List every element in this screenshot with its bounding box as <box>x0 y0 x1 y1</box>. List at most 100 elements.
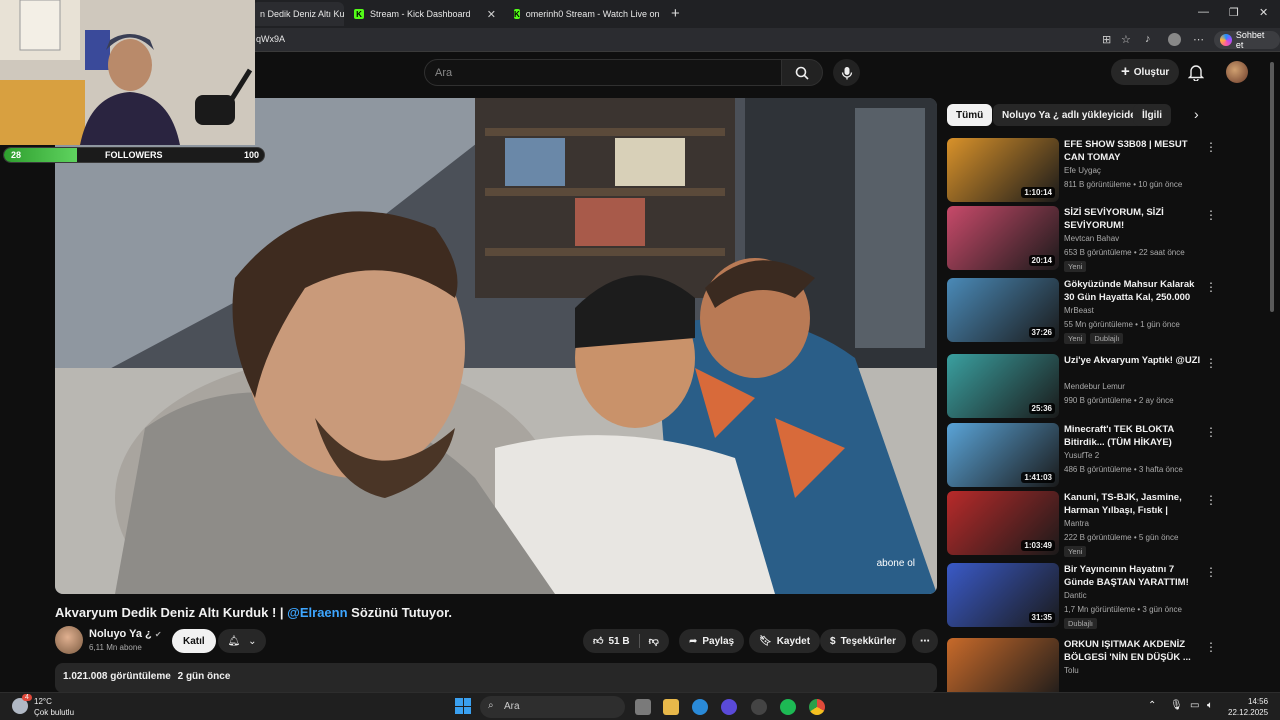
video-thumbnail[interactable]: 31:35 <box>947 563 1059 627</box>
channel-name[interactable]: MrBeast <box>1064 306 1094 315</box>
app-icon[interactable]: ⊞ <box>1102 33 1111 46</box>
restore-icon[interactable]: ❐ <box>1229 6 1239 19</box>
tab-youtube[interactable]: n Dedik Deniz Altı Ku ✕ <box>252 2 344 26</box>
app-circle-icon[interactable] <box>721 699 737 715</box>
more-icon[interactable]: ⋯ <box>1193 33 1204 46</box>
tab-title: n Dedik Deniz Altı Ku <box>260 9 344 19</box>
chrome-icon[interactable] <box>809 699 825 715</box>
more-vertical-icon[interactable]: ⋮ <box>1205 280 1217 294</box>
windows-start-icon[interactable] <box>455 698 471 714</box>
minimize-icon[interactable]: — <box>1198 6 1209 18</box>
voice-search-button[interactable] <box>833 59 860 86</box>
file-explorer-icon[interactable] <box>663 699 679 715</box>
close-icon[interactable]: ✕ <box>487 8 496 21</box>
video-title[interactable]: Bir Yayıncının Hayatını 7 Günde BAŞTAN Y… <box>1064 563 1204 589</box>
create-label: Oluştur <box>1133 66 1170 78</box>
clock-time: 14:56 <box>1248 697 1269 706</box>
channel-name[interactable]: Efe Uygaç <box>1064 166 1101 175</box>
mic-tray-icon[interactable]: 🎙︎ <box>1170 700 1183 711</box>
search-input[interactable]: Ara <box>424 59 782 86</box>
more-actions-button[interactable]: ⋯ <box>912 629 938 653</box>
more-vertical-icon[interactable]: ⋮ <box>1205 565 1217 579</box>
star-icon[interactable]: ☆ <box>1121 33 1131 46</box>
video-thumbnail[interactable]: 1:41:03 <box>947 423 1059 487</box>
chevron-right-icon[interactable]: › <box>1194 106 1199 122</box>
video-title[interactable]: Gökyüzünde Mahsur Kalarak 30 Gün Hayatta… <box>1064 278 1204 304</box>
chip-related[interactable]: İlgili <box>1133 104 1171 126</box>
recommendation-item[interactable]: 1:10:14 EFE SHOW S3B08 | MESUT CAN TOMAY… <box>947 138 1267 202</box>
network-icon[interactable]: ▭ <box>1190 700 1199 711</box>
url-text[interactable]: qWx9A <box>256 34 285 44</box>
extensions-icon[interactable]: ♪ <box>1145 33 1151 45</box>
channel-name[interactable]: Dantic <box>1064 591 1087 600</box>
webcam-feed <box>0 0 255 145</box>
recommendation-item[interactable]: 20:14 SİZİ SEVİYORUM, SİZİ SEVİYORUM! Me… <box>947 206 1267 272</box>
video-player[interactable]: abone ol <box>55 98 937 594</box>
title-mention-link[interactable]: @Elraenn <box>287 605 347 620</box>
volume-icon[interactable]: 🔈︎ <box>1207 700 1213 711</box>
channel-name[interactable]: YusufTe 2 <box>1064 451 1099 460</box>
description-box[interactable]: 1.021.008 görüntüleme 2 gün önce <box>55 663 937 693</box>
video-title[interactable]: Uzi'ye Akvaryum Yaptık! @UZI <box>1064 354 1204 367</box>
tab-kick-stream[interactable]: K omerinh0 Stream - Watch Live on ✕ <box>506 2 666 26</box>
tray-chevron-icon[interactable]: ⌃ <box>1148 700 1156 711</box>
video-title[interactable]: EFE SHOW S3B08 | MESUT CAN TOMAY <box>1064 138 1204 164</box>
recommendation-item[interactable]: 1:03:49 Kanuni, TS-BJK, Jasmine, Harman … <box>947 491 1267 557</box>
system-clock[interactable]: 14:56 22.12.2025 <box>1228 696 1268 718</box>
channel-name[interactable]: Mendebur Lemur <box>1064 382 1125 391</box>
temperature: 12°C <box>34 697 52 706</box>
new-tab-icon[interactable]: + <box>671 5 680 22</box>
channel-name[interactable]: Tolu <box>1064 666 1079 675</box>
like-icon[interactable]: 👍︎ <box>593 635 603 647</box>
video-title[interactable]: Minecraft'ı TEK BLOKTA Bitirdik... (TÜM … <box>1064 423 1204 449</box>
video-title[interactable]: SİZİ SEVİYORUM, SİZİ SEVİYORUM! <box>1064 206 1204 232</box>
dislike-icon[interactable]: 👎︎ <box>649 635 659 647</box>
channel-name[interactable]: Noluyo Ya ¿ ✔ <box>89 628 162 640</box>
weather-widget[interactable]: 12°C Çok bulutlu <box>34 696 74 718</box>
task-view-icon[interactable] <box>635 699 651 715</box>
video-thumbnail[interactable]: 1:03:49 <box>947 491 1059 555</box>
recommendation-item[interactable]: 25:36 Uzi'ye Akvaryum Yaptık! @UZI Mende… <box>947 354 1267 418</box>
scrollbar[interactable] <box>1270 62 1274 312</box>
save-button[interactable]: 🔖︎ Kaydet <box>749 629 821 653</box>
video-title[interactable]: Kanuni, TS-BJK, Jasmine, Harman Yılbaşı,… <box>1064 491 1204 517</box>
clock-date: 22.12.2025 <box>1228 708 1269 717</box>
create-button[interactable]: + Oluştur <box>1111 59 1180 85</box>
search-button[interactable] <box>781 59 823 86</box>
join-button[interactable]: Katıl <box>172 629 216 653</box>
more-vertical-icon[interactable]: ⋮ <box>1205 425 1217 439</box>
more-vertical-icon[interactable]: ⋮ <box>1205 140 1217 154</box>
video-thumbnail[interactable]: 1:10:14 <box>947 138 1059 202</box>
video-thumbnail[interactable]: 37:26 <box>947 278 1059 342</box>
more-vertical-icon[interactable]: ⋮ <box>1205 640 1217 654</box>
chip-from-uploader[interactable]: Noluyo Ya ¿ adlı yükleyiciden <box>993 104 1151 126</box>
like-count[interactable]: 51 B <box>608 636 629 647</box>
taskbar-search[interactable]: Ara <box>480 696 625 718</box>
more-vertical-icon[interactable]: ⋮ <box>1205 493 1217 507</box>
copilot-chat-button[interactable]: Sohbet et <box>1214 30 1280 50</box>
more-vertical-icon[interactable]: ⋮ <box>1205 208 1217 222</box>
subscription-bell-button[interactable]: 🔔︎ ⌄ <box>218 629 266 653</box>
recommendation-item[interactable]: 31:35 Bir Yayıncının Hayatını 7 Günde BA… <box>947 563 1267 629</box>
recommendation-item[interactable]: 1:41:03 Minecraft'ı TEK BLOKTA Bitirdik.… <box>947 423 1267 487</box>
channel-name[interactable]: Mantra <box>1064 519 1089 528</box>
video-title[interactable]: ORKUN IŞITMAK AKDENİZ BÖLGESİ 'NİN EN DÜ… <box>1064 638 1204 664</box>
thanks-button[interactable]: $ Teşekkürler <box>820 629 906 653</box>
channel-avatar[interactable] <box>55 626 83 654</box>
recommendation-item[interactable]: 37:26 Gökyüzünde Mahsur Kalarak 30 Gün H… <box>947 278 1267 344</box>
channel-name[interactable]: Mevtcan Bahav <box>1064 234 1119 243</box>
more-vertical-icon[interactable]: ⋮ <box>1205 356 1217 370</box>
chip-all[interactable]: Tümü <box>947 104 993 126</box>
video-thumbnail[interactable]: 25:36 <box>947 354 1059 418</box>
tab-kick-dashboard[interactable]: K Stream - Kick Dashboard ✕ <box>346 2 504 26</box>
video-thumbnail[interactable]: 20:14 <box>947 206 1059 270</box>
close-window-icon[interactable]: ✕ <box>1259 6 1268 19</box>
spotify-icon[interactable] <box>780 699 796 715</box>
share-button[interactable]: ➦ Paylaş <box>679 629 745 653</box>
notifications-bell-icon[interactable] <box>1188 63 1204 81</box>
edge-icon[interactable] <box>692 699 708 715</box>
obs-icon[interactable] <box>751 699 767 715</box>
profile-icon[interactable] <box>1168 33 1181 46</box>
subscribe-watermark: abone ol <box>877 558 915 569</box>
user-avatar[interactable] <box>1226 61 1248 83</box>
